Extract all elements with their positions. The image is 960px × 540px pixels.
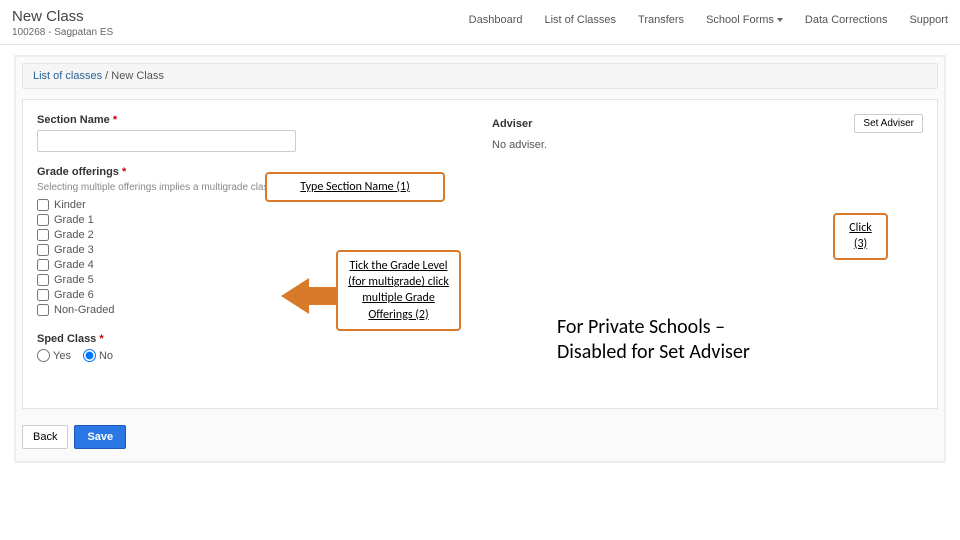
page-title: New Class	[12, 8, 262, 25]
required-mark: *	[122, 166, 126, 178]
adviser-row: Adviser Set Adviser	[492, 114, 923, 133]
save-button[interactable]: Save	[74, 425, 126, 449]
grade-label-text: Grade 6	[54, 289, 94, 301]
nav-support[interactable]: Support	[909, 14, 948, 26]
nav-school-forms-label: School Forms	[706, 14, 774, 26]
adviser-label: Adviser	[492, 118, 532, 130]
breadcrumb-current: New Class	[111, 70, 164, 82]
sped-no-option[interactable]: No	[83, 349, 113, 362]
grade-label-text: Grade 4	[54, 259, 94, 271]
grade-offerings-label-text: Grade offerings	[37, 166, 119, 178]
sped-radio-no[interactable]	[83, 349, 96, 362]
annotation-line1: For Private Schools –	[557, 315, 750, 340]
form-area: Section Name * Grade offerings * Selecti…	[22, 99, 938, 409]
nav-dashboard[interactable]: Dashboard	[469, 14, 523, 26]
section-name-label: Section Name *	[37, 114, 468, 126]
list-item: Grade 1	[37, 214, 468, 226]
callout-tick-grade: Tick the Grade Level (for multigrade) cl…	[336, 250, 461, 331]
breadcrumb-link[interactable]: List of classes	[33, 70, 102, 82]
top-nav: Dashboard List of Classes Transfers Scho…	[469, 14, 948, 26]
sped-class-label-text: Sped Class	[37, 333, 96, 345]
breadcrumb: List of classes / New Class	[22, 63, 938, 89]
section-name-input[interactable]	[37, 130, 296, 152]
section-name-label-text: Section Name	[37, 114, 110, 126]
sped-no-text: No	[99, 350, 113, 362]
school-id-name: 100268 - Sagpatan ES	[12, 27, 262, 38]
grade-checkbox-2[interactable]	[37, 229, 49, 241]
set-adviser-button[interactable]: Set Adviser	[854, 114, 923, 133]
back-button[interactable]: Back	[22, 425, 68, 449]
grade-checkbox-6[interactable]	[37, 289, 49, 301]
grade-label-text: Grade 3	[54, 244, 94, 256]
nav-school-forms[interactable]: School Forms	[706, 14, 783, 26]
no-adviser-text: No adviser.	[492, 139, 923, 151]
topbar: New Class 100268 - Sagpatan ES Dashboard…	[0, 0, 960, 45]
annotation-line2: Disabled for Set Adviser	[557, 340, 750, 365]
grade-label-text: Grade 1	[54, 214, 94, 226]
nav-transfers[interactable]: Transfers	[638, 14, 684, 26]
grade-checkbox-5[interactable]	[37, 274, 49, 286]
sped-class-label: Sped Class *	[37, 333, 468, 345]
callout-click-set-adviser: Click (3)	[833, 213, 888, 260]
grade-label-text: Non-Graded	[54, 304, 115, 316]
sped-yes-text: Yes	[53, 350, 71, 362]
nav-list-of-classes[interactable]: List of Classes	[544, 14, 616, 26]
sped-yes-option[interactable]: Yes	[37, 349, 71, 362]
grade-checkbox-3[interactable]	[37, 244, 49, 256]
caret-down-icon	[777, 18, 783, 22]
required-mark: *	[113, 114, 117, 126]
nav-data-corrections[interactable]: Data Corrections	[805, 14, 888, 26]
grade-checkbox-nongraded[interactable]	[37, 304, 49, 316]
arrow-icon	[281, 278, 341, 314]
grade-label-text: Kinder	[54, 199, 86, 211]
grade-checkbox-kinder[interactable]	[37, 199, 49, 211]
callout-section-name: Type Section Name (1)	[265, 172, 445, 202]
panel: List of classes / New Class Section Name…	[14, 55, 946, 463]
annotation-private-schools: For Private Schools – Disabled for Set A…	[557, 315, 750, 365]
main-wrap: List of classes / New Class Section Name…	[0, 45, 960, 473]
grade-label-text: Grade 5	[54, 274, 94, 286]
sped-radio-yes[interactable]	[37, 349, 50, 362]
required-mark: *	[99, 333, 103, 345]
grade-checkbox-1[interactable]	[37, 214, 49, 226]
grade-label-text: Grade 2	[54, 229, 94, 241]
breadcrumb-sep: /	[102, 70, 111, 82]
grade-checkbox-4[interactable]	[37, 259, 49, 271]
topbar-left: New Class 100268 - Sagpatan ES	[12, 8, 262, 38]
footer-buttons: Back Save	[22, 419, 938, 455]
list-item: Grade 2	[37, 229, 468, 241]
sped-radio-row: Yes No	[37, 349, 468, 362]
